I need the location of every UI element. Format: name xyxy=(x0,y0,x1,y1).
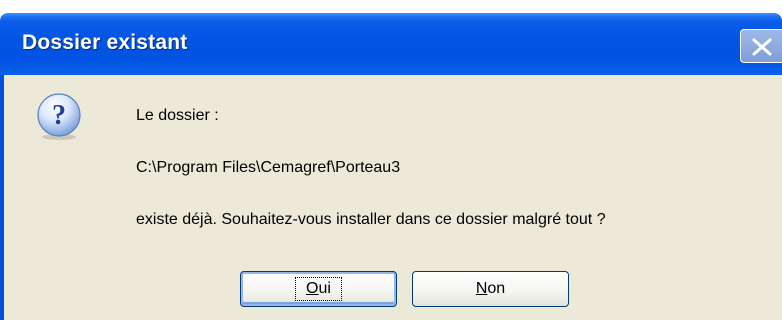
dialog-body: ? Le dossier : C:\Program Files\Cemagref… xyxy=(4,75,782,320)
no-label-rest: on xyxy=(487,280,506,297)
yes-accelerator: O xyxy=(306,280,319,297)
title-bar[interactable]: Dossier existant xyxy=(0,13,782,75)
no-button-label: Non xyxy=(473,279,508,299)
window-title: Dossier existant xyxy=(22,31,188,54)
close-icon xyxy=(752,38,772,56)
yes-label-rest: ui xyxy=(318,280,331,297)
no-button[interactable]: Non xyxy=(412,271,569,307)
svg-text:?: ? xyxy=(52,100,66,131)
yes-button-label: Oui xyxy=(295,277,342,301)
dialog-window: Dossier existant ? Le dossier : C:\Progr… xyxy=(0,13,782,320)
close-button[interactable] xyxy=(740,29,782,63)
question-icon: ? xyxy=(37,93,81,140)
yes-button[interactable]: Oui xyxy=(240,271,397,307)
message-line-1: Le dossier : xyxy=(136,107,219,124)
message-folder-path: C:\Program Files\Cemagref\Porteau3 xyxy=(136,159,401,176)
message-line-3: existe déjà. Souhaitez-vous installer da… xyxy=(136,211,606,228)
no-accelerator: N xyxy=(475,280,488,297)
